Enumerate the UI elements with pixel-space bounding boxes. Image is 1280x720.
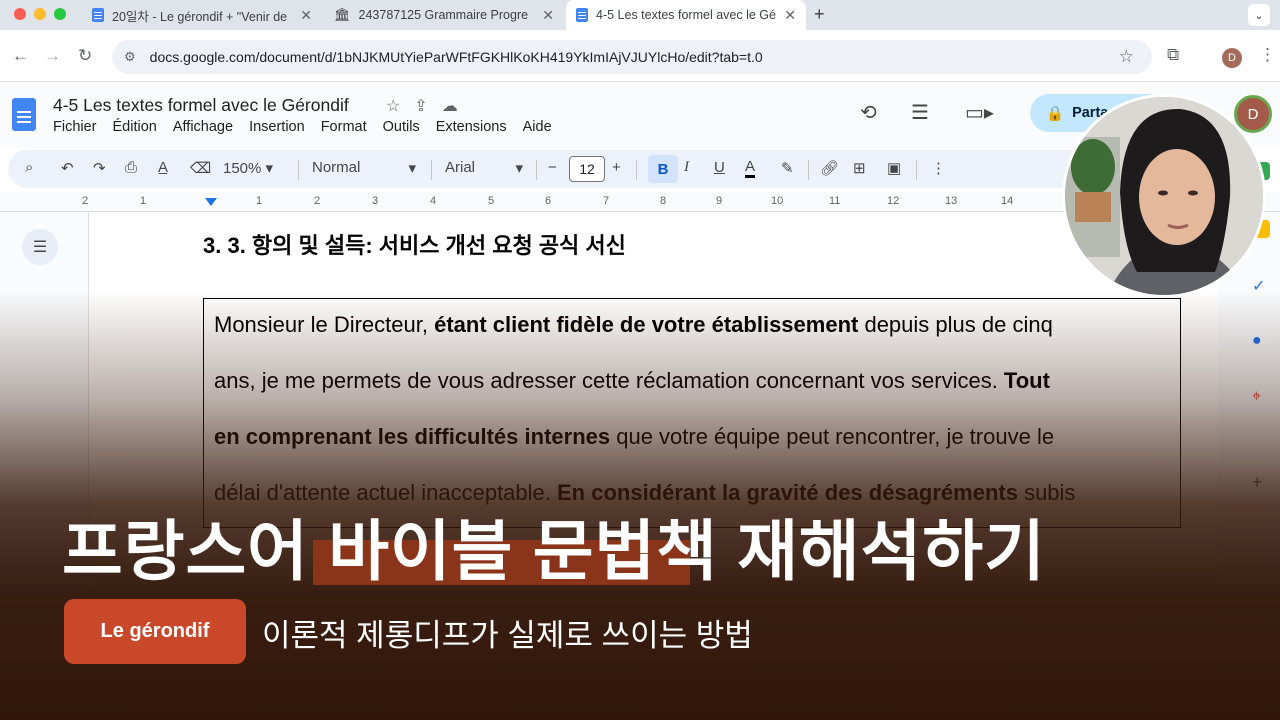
webcam-presenter [1062,94,1266,298]
cloud-saved-icon[interactable]: ☁ [442,96,458,116]
bank-icon: 🏛 [334,7,351,22]
browser-tab-1[interactable]: 20일차 - Le gérondif + "Venir de ✕ [82,0,322,30]
text-color-button[interactable]: A [745,159,756,178]
paint-format-icon[interactable]: ⌫ [190,159,211,177]
tab-search-chevron-icon[interactable]: ⌄ [1248,4,1270,26]
forward-arrow-icon[interactable]: → [44,46,61,66]
italic-button[interactable]: I [684,159,689,176]
back-arrow-icon[interactable]: ← [12,46,29,66]
document-heading: 3. 3. 항의 및 설득: 서비스 개선 요청 공식 서신 [203,233,626,258]
decrease-font-size-icon[interactable]: − [548,159,557,176]
bookmark-star-icon[interactable]: ☆ [1119,47,1134,67]
close-window-button[interactable] [14,8,26,20]
version-history-icon[interactable]: ⟲ [860,100,877,125]
new-tab-button[interactable]: + [814,4,825,25]
add-comment-icon[interactable]: ⊞ [853,159,866,177]
more-options-icon[interactable]: ⋮ [931,159,946,177]
formatting-toolbar: ⌕ ↶ ↷ ⎙ A̲ ⌫ 150% ▾ Normal ▾ Arial ▾ − 12 … [8,150,1188,188]
close-tab-icon[interactable]: ✕ [542,7,554,24]
menu-bar: Fichier Édition Affichage Insertion Form… [53,119,568,135]
url-omnibox[interactable]: ⚙ docs.google.com/document/d/1bNJKMUtYie… [112,40,1152,74]
print-icon[interactable]: ⎙ [125,159,137,176]
indent-marker[interactable] [205,198,217,206]
bold-button[interactable]: B [648,155,678,183]
browser-tab-3-active[interactable]: 4-5 Les textes formel avec le Gé ✕ [566,0,806,30]
spellcheck-icon[interactable]: A̲ [158,159,168,176]
document-outline-icon[interactable]: ☰ [22,229,58,265]
window-controls [0,8,80,20]
close-tab-icon[interactable]: ✕ [300,7,312,24]
url-text: docs.google.com/document/d/1bNJKMUtYiePa… [149,49,763,65]
chrome-profile-avatar[interactable]: D [1222,48,1242,68]
maximize-window-button[interactable] [54,8,66,20]
google-docs-logo-icon[interactable] [12,98,36,131]
address-bar-row: ← → ↻ ⚙ docs.google.com/document/d/1bNJK… [0,30,1280,82]
move-folder-icon[interactable]: ⇪ [414,96,427,116]
increase-font-size-icon[interactable]: + [612,159,621,176]
lock-icon: 🔒 [1046,105,1065,122]
menu-aide[interactable]: Aide [523,119,552,135]
underline-button[interactable]: U [714,159,725,176]
google-docs-icon [92,8,104,22]
font-size-input[interactable]: 12 [569,156,605,182]
video-title: 프랑스어 바이블 문법책 재해석하기 [62,514,1046,588]
insert-link-icon[interactable]: 🔗︎ [820,159,839,177]
menu-outils[interactable]: Outils [383,119,420,135]
menu-affichage[interactable]: Affichage [173,119,233,135]
redo-icon[interactable]: ↷ [93,159,106,177]
insert-image-icon[interactable]: ▣ [887,159,901,177]
close-tab-icon[interactable]: ✕ [784,7,796,24]
minimize-window-button[interactable] [34,8,46,20]
menu-edition[interactable]: Édition [113,119,157,135]
style-select[interactable]: Normal ▾ [312,159,416,177]
extensions-puzzle-icon[interactable]: ⧉ [1167,45,1179,65]
menu-extensions[interactable]: Extensions [436,119,507,135]
presenter-image [1065,97,1263,295]
star-icon[interactable]: ☆ [386,96,400,116]
search-menus-icon[interactable]: ⌕ [25,159,33,176]
menu-format[interactable]: Format [321,119,367,135]
meet-video-icon[interactable]: ▭▸ [965,100,994,125]
browser-tab-2[interactable]: 🏛 243787125 Grammaire Progre ✕ [324,0,564,30]
zoom-select[interactable]: 150% ▾ [223,159,273,177]
chrome-menu-icon[interactable]: ⋮ [1259,45,1276,65]
site-settings-icon[interactable]: ⚙ [124,49,136,65]
video-subtitle: 이론적 제롱디프가 실제로 쓰이는 방법 [262,618,753,653]
font-select[interactable]: Arial ▾ [445,159,523,177]
document-title[interactable]: 4-5 Les textes formel avec le Gérondif [53,95,349,116]
highlight-pen-icon[interactable]: ✎ [781,159,794,177]
topic-tag: Le gérondif [64,599,246,664]
menu-fichier[interactable]: Fichier [53,119,97,135]
browser-tab-bar: 20일차 - Le gérondif + "Venir de ✕ 🏛 24378… [0,0,1280,30]
menu-insertion[interactable]: Insertion [249,119,305,135]
undo-icon[interactable]: ↶ [61,159,74,177]
google-docs-icon [576,8,588,22]
reload-icon[interactable]: ↻ [78,46,92,66]
comments-icon[interactable]: ☰ [911,100,929,125]
video-frame: { "browser": { "tabs": [ {"title": "20일차… [0,0,1280,720]
